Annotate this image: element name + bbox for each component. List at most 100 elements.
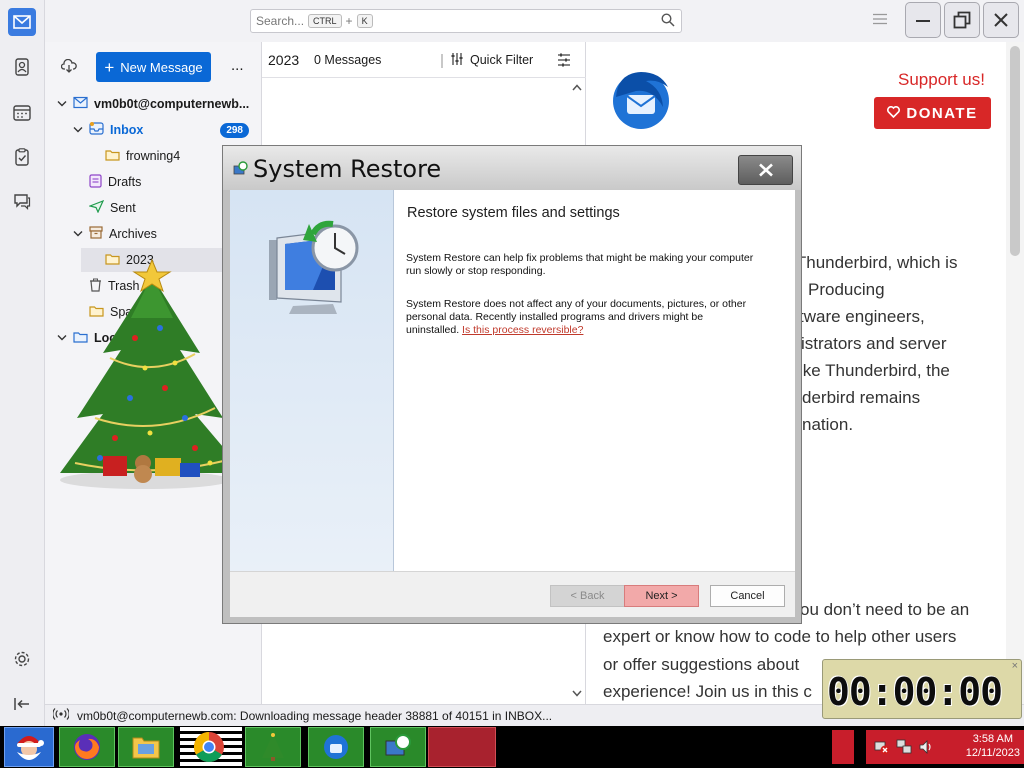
cloud-download-icon — [60, 58, 77, 73]
new-message-label: New Message — [120, 59, 203, 75]
search-icon — [661, 13, 675, 30]
body-text-line: tware engineers, — [799, 307, 925, 326]
collapse-left-icon — [14, 698, 29, 710]
inbox-label: Inbox — [110, 123, 144, 137]
shortcut-key-k: K — [356, 14, 373, 28]
body-text-line: ike Thunderbird, the — [799, 361, 950, 380]
dialog-heading: Restore system files and settings — [407, 205, 620, 221]
donate-label: DONATE — [906, 104, 978, 122]
dialog-footer: < Back Next > Cancel — [230, 571, 795, 617]
system-clock[interactable]: 3:58 AM 12/11/2023 — [966, 732, 1020, 760]
online-status-icon — [52, 708, 70, 723]
back-button[interactable]: < Back — [550, 585, 625, 607]
get-messages-button[interactable] — [60, 58, 77, 76]
countdown-timer-widget[interactable]: × 00:00:00 — [822, 659, 1022, 719]
search-input[interactable]: Search... CTRL + K — [250, 9, 682, 33]
sent-icon — [88, 199, 105, 216]
account-mail-icon — [73, 96, 88, 112]
folder-name: 2023 — [268, 51, 300, 68]
app-menu-button[interactable] — [873, 13, 887, 28]
chevron-down-icon — [57, 97, 67, 111]
thunderbird-icon — [324, 735, 348, 759]
tray-flag[interactable] — [832, 730, 854, 764]
taskbar-chrome[interactable] — [180, 727, 242, 767]
scrollbar-thumb[interactable] — [1010, 46, 1020, 256]
network-icon[interactable] — [896, 739, 912, 758]
account-row[interactable]: vm0b0t@computernewb... — [57, 92, 249, 116]
folder-archives[interactable]: Archives — [73, 222, 157, 246]
taskbar-thunderbird[interactable] — [308, 727, 364, 767]
new-message-button[interactable]: + New Message — [96, 52, 211, 82]
folder-label: Sent — [110, 201, 136, 215]
body-text-line: ou don’t need to be an — [800, 600, 970, 619]
settings-button[interactable] — [8, 645, 36, 673]
body-text-line: experience! Join us in this c — [603, 682, 812, 701]
list-options-icon[interactable] — [557, 53, 571, 70]
scroll-down-icon — [572, 690, 582, 697]
reader-scrollbar[interactable] — [1006, 42, 1024, 704]
folder-label: Archives — [109, 227, 157, 241]
taskbar-file-explorer[interactable] — [118, 727, 174, 767]
thunderbird-logo-icon — [608, 67, 674, 134]
taskbar-blank-window[interactable] — [428, 727, 496, 767]
chevron-down-icon — [73, 123, 83, 137]
reversible-help-link[interactable]: Is this process reversible? — [462, 324, 583, 336]
folder-sent[interactable]: Sent — [88, 196, 136, 220]
minimize-button[interactable] — [905, 2, 941, 38]
collapse-toolbar-button[interactable] — [8, 690, 36, 718]
clock-date: 12/11/2023 — [965, 747, 1020, 759]
taskbar: 3:58 AM 12/11/2023 — [0, 726, 1024, 768]
tree-icon — [262, 733, 284, 761]
firefox-icon — [74, 734, 100, 760]
close-icon — [994, 13, 1008, 27]
dialog-title-bar[interactable]: System Restore — [223, 146, 801, 190]
body-text-line: g Thunderbird, which is — [782, 253, 958, 272]
shortcut-plus: + — [345, 14, 353, 28]
folder-drafts[interactable]: Drafts — [89, 170, 141, 194]
heart-icon — [887, 105, 901, 122]
chat-icon — [14, 193, 31, 210]
next-button[interactable]: Next > — [624, 585, 699, 607]
taskbar-firefox[interactable] — [59, 727, 115, 767]
santa-start-icon — [17, 736, 44, 760]
dialog-close-button[interactable] — [738, 155, 793, 185]
taskbar-system-restore[interactable] — [370, 727, 426, 767]
folder-label: Drafts — [108, 175, 142, 189]
volume-icon[interactable] — [918, 739, 934, 758]
clipboard-icon — [15, 148, 29, 166]
network-warning-icon[interactable] — [874, 739, 890, 758]
timer-close-icon[interactable]: × — [1012, 660, 1018, 672]
dialog-paragraph-2: System Restore does not affect any of yo… — [406, 298, 756, 337]
body-text-line: Producing — [808, 280, 885, 299]
mail-space-button[interactable] — [8, 8, 36, 36]
plus-icon: + — [104, 57, 115, 77]
taskbar-xmas-tree[interactable] — [245, 727, 301, 767]
folder-icon — [105, 149, 120, 164]
folder-inbox[interactable]: Inbox 298 — [73, 118, 261, 142]
shortcut-key-ctrl: CTRL — [308, 14, 342, 28]
more-options-button[interactable]: ... — [231, 57, 244, 74]
support-link[interactable]: Support us! — [898, 70, 985, 90]
address-book-button[interactable] — [8, 53, 36, 81]
quick-filter-button[interactable]: Quick Filter — [470, 53, 533, 67]
chat-button[interactable] — [8, 187, 36, 215]
folder-frowning4[interactable]: frowning4 — [105, 144, 180, 168]
system-restore-icon — [385, 734, 411, 756]
file-explorer-icon — [132, 737, 160, 759]
tasks-button[interactable] — [8, 143, 36, 171]
status-text: vm0b0t@computernewb.com: Downloading mes… — [77, 708, 553, 723]
start-button[interactable] — [4, 727, 54, 767]
donate-button[interactable]: DONATE — [874, 97, 991, 129]
cancel-button[interactable]: Cancel — [710, 585, 785, 607]
close-button[interactable] — [983, 2, 1019, 38]
address-book-icon — [15, 58, 29, 76]
title-bar: Search... CTRL + K — [45, 0, 1024, 42]
restore-button[interactable] — [944, 2, 980, 38]
computer-clock-icon — [263, 220, 363, 318]
calendar-icon — [13, 104, 31, 121]
calendar-button[interactable] — [8, 98, 36, 126]
hamburger-icon — [873, 13, 887, 25]
unread-count-badge: 298 — [220, 122, 249, 138]
system-restore-icon — [232, 161, 248, 180]
dialog-paragraph-1: System Restore can help fix problems tha… — [406, 252, 754, 277]
